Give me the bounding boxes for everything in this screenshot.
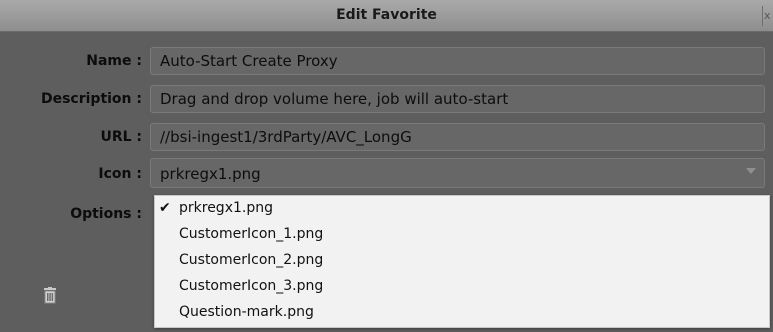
description-field[interactable]: Drag and drop volume here, job will auto… [150,85,765,113]
dialog-titlebar: Edit Favorite x [0,0,773,32]
icon-label: Icon : [98,166,142,182]
url-field[interactable]: //bsi-ingest1/3rdParty/AVC_LongG [150,123,765,151]
options-label: Options : [70,206,142,222]
url-label: URL : [100,129,142,145]
dropdown-option-prkregx1[interactable]: ✔ prkregx1.png [159,200,273,216]
dropdown-option-question-mark[interactable]: Question-mark.png [179,304,314,320]
name-label: Name : [86,53,142,69]
name-field[interactable]: Auto-Start Create Proxy [150,47,765,75]
chevron-down-icon[interactable] [746,168,756,174]
dropdown-option-label: prkregx1.png [179,200,273,216]
icon-dropdown-menu: ✔ prkregx1.png CustomerIcon_1.png Custom… [154,195,770,328]
close-button[interactable]: x [762,6,773,26]
dropdown-option-customericon-1[interactable]: CustomerIcon_1.png [179,226,323,242]
icon-select-value: prkregx1.png [160,165,261,183]
dropdown-option-customericon-3[interactable]: CustomerIcon_3.png [179,278,323,294]
trash-icon[interactable] [42,287,58,304]
description-label: Description : [40,91,142,107]
icon-select[interactable]: prkregx1.png [150,158,765,188]
check-icon: ✔ [159,200,171,216]
dialog-title: Edit Favorite [336,7,437,23]
dropdown-option-customericon-2[interactable]: CustomerIcon_2.png [179,252,323,268]
